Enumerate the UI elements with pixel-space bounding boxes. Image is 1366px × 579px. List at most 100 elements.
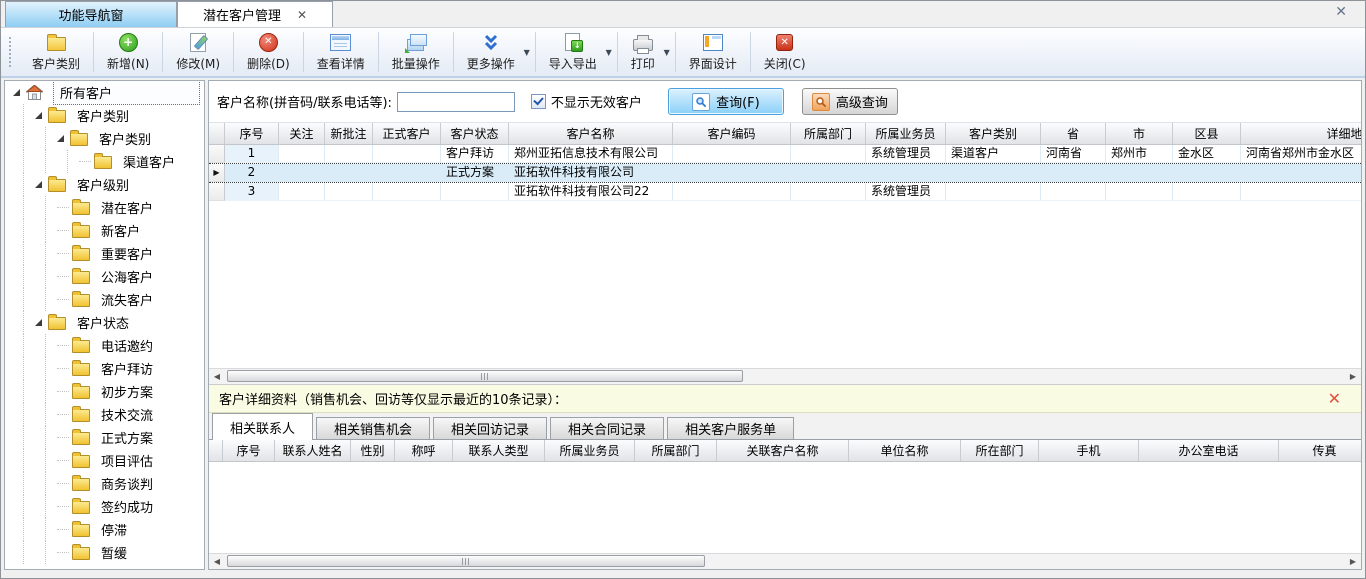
detail-tab-0[interactable]: 相关联系人 bbox=[212, 413, 313, 440]
column-header[interactable]: 所属业务员 bbox=[545, 440, 635, 461]
column-header[interactable]: 区县 bbox=[1173, 123, 1241, 144]
column-header[interactable]: 联系人类型 bbox=[453, 440, 545, 461]
scrollbar-thumb[interactable] bbox=[227, 370, 743, 382]
tree-expanded-icon[interactable] bbox=[35, 112, 42, 119]
grid-cell[interactable]: 郑州亚拓信息技术有限公司 bbox=[509, 145, 673, 163]
toolbar-import-export-button[interactable]: ↓导入导出▼ bbox=[536, 28, 617, 76]
customer-row[interactable]: 1客户拜访郑州亚拓信息技术有限公司系统管理员渠道客户河南省郑州市金水区河南省郑州… bbox=[209, 145, 1361, 163]
grid-cell[interactable]: 金水区 bbox=[1173, 145, 1241, 163]
grid-cell[interactable] bbox=[441, 183, 509, 201]
column-header[interactable]: 序号 bbox=[223, 440, 275, 461]
dropdown-arrow-icon[interactable]: ▼ bbox=[606, 48, 612, 57]
grid-cell[interactable]: 系统管理员 bbox=[866, 145, 946, 163]
tree-expanded-icon[interactable] bbox=[13, 89, 20, 96]
grid-cell[interactable]: 郑州市 bbox=[1106, 145, 1173, 163]
tree-node-new-customer[interactable]: 新客户 bbox=[5, 219, 204, 242]
scrollbar-thumb[interactable] bbox=[227, 555, 705, 567]
column-header[interactable]: 性别 bbox=[351, 440, 395, 461]
column-header[interactable]: 市 bbox=[1106, 123, 1173, 144]
grid-cell[interactable] bbox=[1106, 164, 1173, 182]
grid-cell[interactable] bbox=[373, 164, 441, 182]
tree-node-customer-level[interactable]: 客户级别 bbox=[5, 173, 204, 196]
tree-node-draft-plan[interactable]: 初步方案 bbox=[5, 380, 204, 403]
scroll-left-icon[interactable]: ◀ bbox=[209, 554, 225, 569]
column-header[interactable]: 称呼 bbox=[395, 440, 453, 461]
column-header[interactable]: 新批注 bbox=[325, 123, 373, 144]
grid-cell[interactable]: 客户拜访 bbox=[441, 145, 509, 163]
tree-expanded-icon[interactable] bbox=[57, 135, 64, 142]
tree-expanded-icon[interactable] bbox=[35, 181, 42, 188]
scroll-right-icon[interactable]: ▶ bbox=[1345, 554, 1361, 569]
column-header[interactable]: 所在部门 bbox=[961, 440, 1039, 461]
column-header[interactable]: 序号 bbox=[225, 123, 279, 144]
grid-cell[interactable] bbox=[325, 164, 373, 182]
column-header[interactable]: 客户名称 bbox=[509, 123, 673, 144]
grid-cell[interactable] bbox=[946, 164, 1041, 182]
grid-cell[interactable] bbox=[946, 183, 1041, 201]
tree-node-sign-success[interactable]: 签约成功 bbox=[5, 495, 204, 518]
window-close-icon[interactable]: ✕ bbox=[1335, 5, 1347, 19]
tree-node-customer-visit[interactable]: 客户拜访 bbox=[5, 357, 204, 380]
toolbar-add-button[interactable]: +新增(N) bbox=[94, 28, 162, 76]
grid-cell[interactable]: 渠道客户 bbox=[946, 145, 1041, 163]
tree-node-channel-customer[interactable]: 渠道客户 bbox=[5, 150, 204, 173]
grid-cell[interactable] bbox=[279, 164, 325, 182]
tree-node-phone-invite[interactable]: 电话邀约 bbox=[5, 334, 204, 357]
column-header[interactable]: 关注 bbox=[279, 123, 325, 144]
grid-cell[interactable] bbox=[1041, 183, 1106, 201]
grid-cell[interactable] bbox=[1241, 183, 1361, 201]
tree-expanded-icon[interactable] bbox=[35, 319, 42, 326]
grid-cell[interactable] bbox=[1241, 164, 1361, 182]
grid-cell[interactable] bbox=[673, 164, 791, 182]
grid-cell[interactable]: 系统管理员 bbox=[866, 183, 946, 201]
grid-cell[interactable]: 河南省 bbox=[1041, 145, 1106, 163]
grid-cell[interactable] bbox=[1173, 164, 1241, 182]
toolbar-ui-design-button[interactable]: 界面设计 bbox=[676, 28, 750, 76]
grid-cell[interactable] bbox=[373, 183, 441, 201]
grid-cell[interactable]: 3 bbox=[225, 183, 279, 201]
column-header[interactable]: 客户编码 bbox=[673, 123, 791, 144]
column-header[interactable]: 客户状态 bbox=[441, 123, 509, 144]
tree-node-formal-plan[interactable]: 正式方案 bbox=[5, 426, 204, 449]
dropdown-arrow-icon[interactable]: ▼ bbox=[664, 48, 670, 57]
grid-cell[interactable] bbox=[866, 164, 946, 182]
tree-node-project-eval[interactable]: 项目评估 bbox=[5, 449, 204, 472]
toolbar-more-ops-button[interactable]: 更多操作▼ bbox=[454, 28, 535, 76]
tree-node-all-customers[interactable]: 所有客户 bbox=[5, 81, 204, 104]
grid-cell[interactable]: 河南省郑州市金水区 bbox=[1241, 145, 1361, 163]
column-header[interactable]: 所属部门 bbox=[635, 440, 717, 461]
customer-row[interactable]: 3亚拓软件科技有限公司22系统管理员 bbox=[209, 183, 1361, 201]
scroll-right-icon[interactable]: ▶ bbox=[1345, 369, 1361, 384]
detail-tab-2[interactable]: 相关回访记录 bbox=[433, 417, 547, 439]
tree-node-public-sea-customer[interactable]: 公海客户 bbox=[5, 265, 204, 288]
grid-cell[interactable]: 2 bbox=[225, 164, 279, 182]
grid-cell[interactable]: 1 bbox=[225, 145, 279, 163]
column-header[interactable]: 详细地址 bbox=[1241, 123, 1361, 144]
tree-node-lost-customer[interactable]: 流失客户 bbox=[5, 288, 204, 311]
hide-invalid-checkbox[interactable] bbox=[531, 94, 546, 109]
toolbar-batch-ops-button[interactable]: 批量操作 bbox=[379, 28, 453, 76]
detail-tab-1[interactable]: 相关销售机会 bbox=[316, 417, 430, 439]
toolbar-close-button[interactable]: ✕关闭(C) bbox=[751, 28, 819, 76]
tab-close-icon[interactable]: ✕ bbox=[297, 8, 307, 22]
grid-cell[interactable] bbox=[791, 183, 866, 201]
grid-cell[interactable] bbox=[373, 145, 441, 163]
grid-cell[interactable] bbox=[673, 145, 791, 163]
column-header[interactable]: 所属部门 bbox=[791, 123, 866, 144]
grid-cell[interactable] bbox=[673, 183, 791, 201]
grid-cell[interactable]: 正式方案 bbox=[441, 164, 509, 182]
toolbar-grip[interactable] bbox=[9, 37, 15, 67]
tree-node-paused[interactable]: 暂缓 bbox=[5, 541, 204, 564]
grid-cell[interactable] bbox=[1106, 183, 1173, 201]
grid-cell[interactable] bbox=[791, 164, 866, 182]
grid-cell[interactable] bbox=[1041, 164, 1106, 182]
dropdown-arrow-icon[interactable]: ▼ bbox=[524, 48, 530, 57]
column-header[interactable]: 所属业务员 bbox=[866, 123, 946, 144]
column-header[interactable]: 联系人姓名 bbox=[275, 440, 351, 461]
scroll-left-icon[interactable]: ◀ bbox=[209, 369, 225, 384]
toolbar-delete-button[interactable]: ✕删除(D) bbox=[234, 28, 303, 76]
column-header[interactable]: 办公室电话 bbox=[1139, 440, 1279, 461]
toolbar-print-button[interactable]: 打印▼ bbox=[618, 28, 675, 76]
grid-cell[interactable] bbox=[325, 183, 373, 201]
column-header[interactable]: 客户类别 bbox=[946, 123, 1041, 144]
